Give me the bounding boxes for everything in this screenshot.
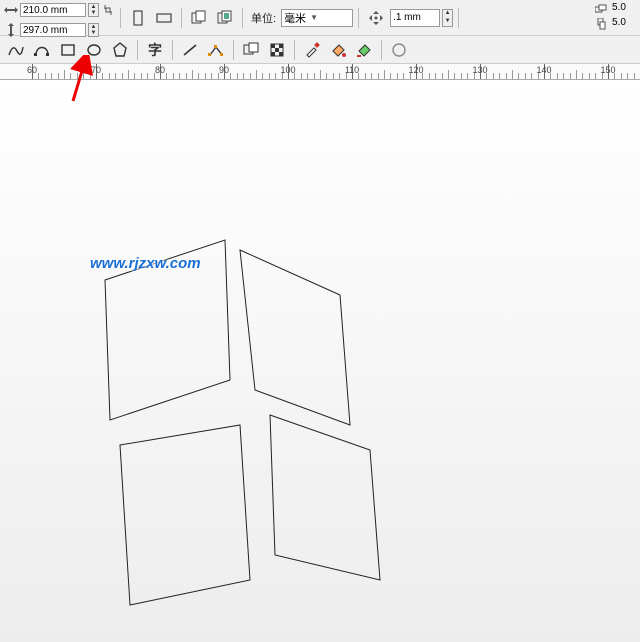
separator <box>358 8 359 28</box>
combine-icon[interactable] <box>239 38 263 62</box>
watermark-text: www.rjzxw.com <box>90 255 201 272</box>
chevron-down-icon: ▼ <box>310 13 318 22</box>
shape-parallelogram[interactable] <box>240 250 350 425</box>
lock-aspect-icon[interactable] <box>101 0 115 22</box>
dup-x-icon <box>594 3 608 15</box>
nudge-input[interactable] <box>390 9 440 27</box>
dup-x-value: 5.0 <box>610 2 636 16</box>
shape-parallelogram[interactable] <box>120 425 250 605</box>
text-tool-icon[interactable]: 字 <box>143 38 167 62</box>
separator <box>172 40 173 60</box>
line-tool-icon[interactable] <box>178 38 202 62</box>
page-width-input[interactable] <box>20 3 86 17</box>
duplicate-distance-group: 5.0 5.0 <box>594 0 636 31</box>
freehand-tool-icon[interactable] <box>4 38 28 62</box>
separator <box>233 40 234 60</box>
shape-parallelogram[interactable] <box>270 415 380 580</box>
width-icon <box>4 4 18 16</box>
apply-current-page-icon[interactable] <box>213 6 237 30</box>
orientation-landscape-icon[interactable] <box>152 6 176 30</box>
height-icon <box>4 24 18 36</box>
bezier-tool-icon[interactable] <box>30 38 54 62</box>
nudge-spinner[interactable]: ▲▼ <box>442 9 453 27</box>
annotation-arrow-icon <box>67 55 97 105</box>
separator <box>137 40 138 60</box>
pattern-icon[interactable] <box>265 38 289 62</box>
separator <box>181 8 182 28</box>
separator <box>294 40 295 60</box>
page-size-group: ▲▼ ▲▼ <box>4 0 115 38</box>
node-edit-icon[interactable] <box>204 38 228 62</box>
text-glyph: 字 <box>148 40 162 60</box>
height-spinner[interactable]: ▲▼ <box>88 23 99 37</box>
fill-bucket-icon[interactable] <box>326 38 350 62</box>
dup-y-value: 5.0 <box>610 17 636 31</box>
drawing-canvas[interactable] <box>0 80 640 642</box>
separator <box>381 40 382 60</box>
interactive-fill-icon[interactable] <box>352 38 376 62</box>
page-height-input[interactable] <box>20 23 86 37</box>
units-value: 毫米 <box>284 10 306 26</box>
eyedropper-icon[interactable] <box>300 38 324 62</box>
polygon-tool-icon[interactable] <box>108 38 132 62</box>
units-dropdown[interactable]: 毫米 ▼ <box>281 9 353 27</box>
dup-y-icon <box>594 18 608 30</box>
orientation-portrait-icon[interactable] <box>126 6 150 30</box>
units-label: 单位: <box>248 10 279 26</box>
width-spinner[interactable]: ▲▼ <box>88 3 99 17</box>
options-icon[interactable] <box>387 38 411 62</box>
separator <box>242 8 243 28</box>
nudge-icon <box>364 6 388 30</box>
separator <box>120 8 121 28</box>
separator <box>458 8 459 28</box>
apply-all-pages-icon[interactable] <box>187 6 211 30</box>
